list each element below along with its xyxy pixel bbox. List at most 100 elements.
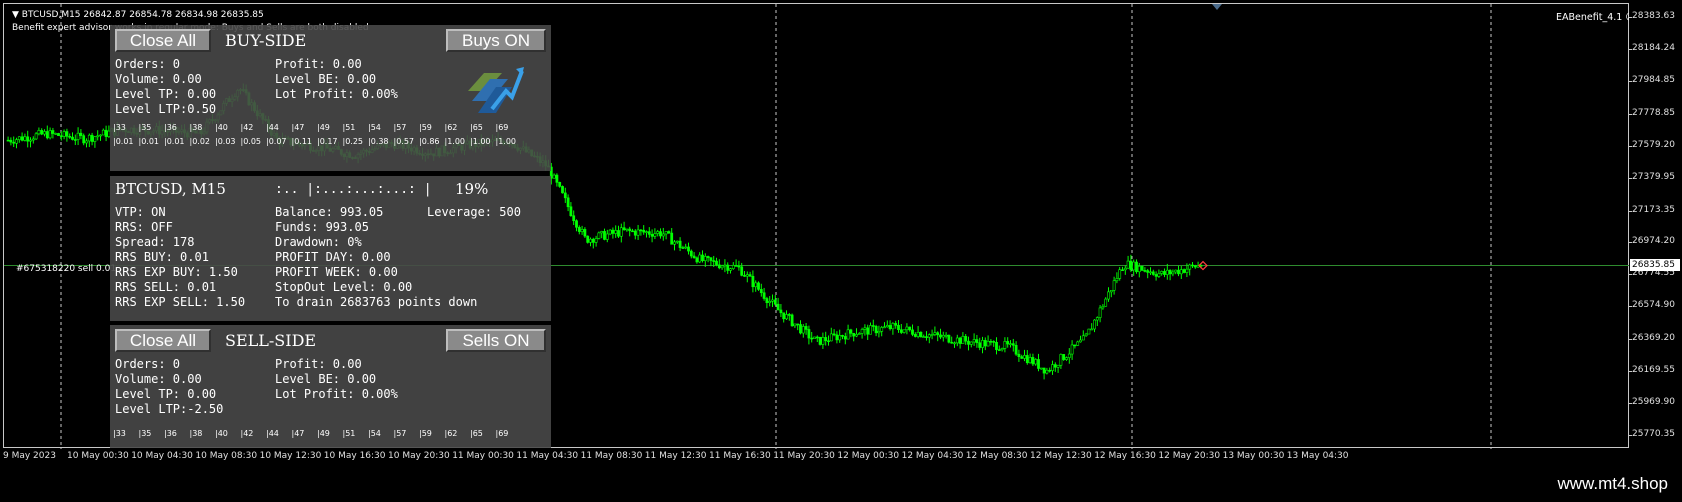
candle-body	[1017, 353, 1021, 358]
candle-body	[659, 231, 662, 237]
buy-side-title: BUY-SIDE	[225, 31, 307, 50]
candle-body	[1095, 317, 1099, 321]
level-cell: |54	[368, 123, 381, 132]
level-cell: |49	[317, 429, 330, 438]
candle-body	[941, 335, 945, 338]
candle-body	[936, 332, 940, 336]
candle-body	[645, 231, 648, 233]
candle-body	[1163, 271, 1166, 275]
order-line-label[interactable]: #675318220 sell 0.01	[16, 264, 116, 274]
time-tick-label: 11 May 20:30	[773, 451, 835, 461]
candle-body	[656, 231, 660, 234]
candle-body	[1025, 355, 1029, 364]
level-cell: |57	[393, 123, 407, 132]
candle-body	[978, 342, 982, 348]
time-tick-label: 12 May 20:30	[1158, 451, 1221, 461]
candle-body	[927, 334, 931, 338]
candle-body	[1062, 354, 1066, 360]
candle-body	[642, 229, 646, 233]
candle-body	[689, 250, 693, 257]
info-spread: Spread: 178	[115, 235, 195, 249]
time-tick-label: 11 May 04:30	[516, 451, 579, 461]
sells-on-button[interactable]: Sells ON	[446, 329, 546, 352]
candle-body	[1112, 280, 1116, 291]
candle-body	[715, 260, 718, 266]
price-axis[interactable]: 28383.63 28184.24 27984.85 27778.85 27579.20…	[1629, 3, 1682, 448]
level-cell: |1.00	[495, 137, 517, 146]
candle-body	[101, 129, 105, 136]
level-cell: |54	[368, 429, 381, 438]
candle-body	[1014, 345, 1018, 355]
candle-body	[51, 130, 55, 134]
candle-body	[1076, 341, 1080, 346]
buy-close-all-button[interactable]: Close All	[115, 29, 211, 52]
level-cell: |1.00	[444, 137, 466, 146]
candle-body	[717, 264, 721, 269]
ea-name-label[interactable]: EABenefit_4.1 ☺	[1556, 12, 1635, 23]
candle-body	[701, 254, 704, 262]
level-cell: |38	[189, 123, 203, 132]
candle-body	[1084, 333, 1088, 337]
candle-body	[563, 192, 567, 199]
candle-body	[992, 341, 996, 343]
candle-body	[600, 231, 604, 234]
candle-body	[793, 323, 797, 327]
buy-side-panel: Close All BUY-SIDE Buys ON Orders: 0 Vol…	[110, 25, 551, 171]
candle-body	[633, 230, 637, 236]
level-cell: |0.05	[240, 137, 262, 146]
candle-body	[916, 331, 920, 337]
candle-body	[807, 329, 811, 339]
candle-body	[790, 314, 794, 327]
sell-orders: Orders: 0	[115, 357, 181, 371]
candle-body	[832, 333, 836, 336]
level-cell: |49	[317, 123, 330, 132]
level-cell: |59	[419, 123, 432, 132]
candle-body	[591, 238, 595, 243]
candle-body	[575, 220, 578, 228]
time-tick-label: 9 May 2023	[3, 451, 56, 461]
sell-volume: Volume: 0.00	[115, 372, 202, 386]
candle-body	[605, 233, 609, 240]
candle-body	[1115, 278, 1119, 282]
candle-body	[773, 299, 777, 305]
candle-body	[720, 265, 724, 269]
level-cell: |42	[240, 429, 254, 438]
candle-body	[1151, 271, 1155, 275]
price-tick-label: 27379.95	[1632, 171, 1675, 182]
sell-levels-row: |33 |35 |36 |38 |40 |42 |44 |47 |49 |51 |54 |57 |59 |…	[113, 429, 521, 438]
candle-body	[955, 337, 959, 344]
candle-body	[706, 256, 710, 258]
candle-body	[776, 303, 780, 311]
candle-body	[829, 333, 833, 342]
collapse-triangle-icon[interactable]: ▼	[12, 10, 19, 20]
candle-body	[26, 136, 30, 142]
candle-body	[843, 336, 847, 340]
candle-body	[1079, 339, 1082, 343]
price-tick-label: 26369.20	[1632, 333, 1675, 344]
candle-body	[925, 336, 928, 338]
candle-body	[827, 340, 830, 343]
sell-close-all-button[interactable]: Close All	[115, 329, 211, 352]
candle-body	[1067, 353, 1071, 358]
candle-body	[631, 230, 634, 233]
candle-body	[566, 197, 570, 208]
candle-body	[1126, 260, 1130, 269]
candle-body	[1059, 354, 1063, 366]
level-cell: |40	[215, 123, 228, 132]
buys-on-button[interactable]: Buys ON	[446, 29, 546, 52]
candle-body	[911, 329, 914, 335]
candle-body	[99, 134, 102, 137]
candle-body	[678, 240, 682, 248]
benefit-logo-icon	[468, 67, 524, 113]
time-axis[interactable]: 9 May 2023 10 May 00:30 10 May 04:30 10 May…	[0, 448, 1629, 464]
candle-body	[1160, 271, 1164, 274]
time-tick-label: 10 May 20:30	[388, 451, 450, 461]
candle-body	[625, 228, 629, 231]
candle-body	[695, 257, 699, 263]
candle-body	[855, 334, 858, 337]
candle-body	[76, 132, 80, 140]
candle-body	[821, 337, 825, 345]
candle-body	[1023, 355, 1026, 359]
candle-body	[82, 135, 86, 144]
level-cell: |0.01	[138, 137, 160, 146]
